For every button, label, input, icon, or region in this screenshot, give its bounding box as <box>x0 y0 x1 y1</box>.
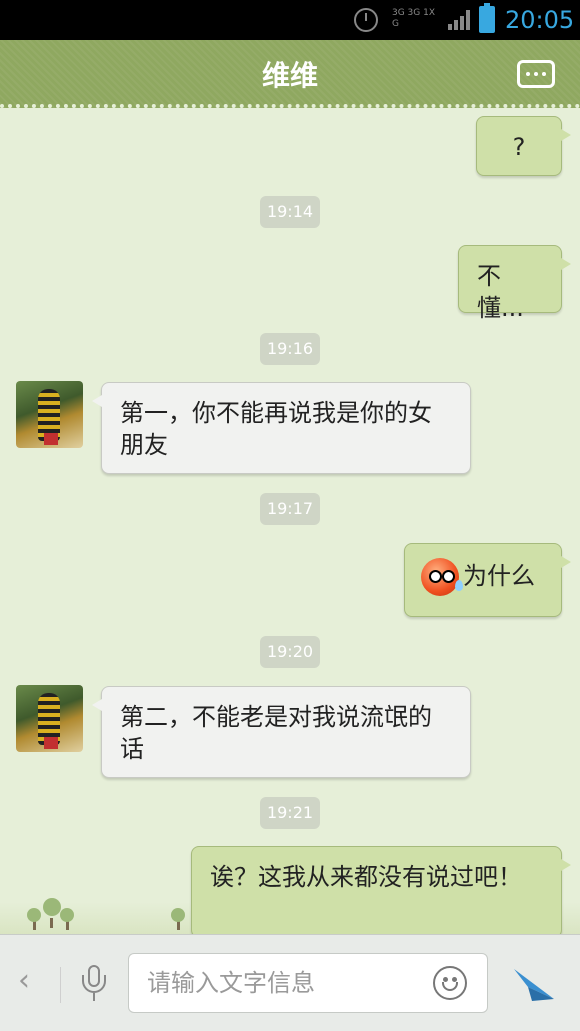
signal-icon <box>448 10 470 30</box>
message-bubble-outgoing[interactable]: 为什么 <box>404 543 571 617</box>
send-icon[interactable] <box>512 963 556 1003</box>
message-bubble-outgoing[interactable]: 诶？这我从来都没有说过吧！ <box>191 846 571 934</box>
message-text: 不懂... <box>477 262 524 322</box>
more-options-icon[interactable] <box>517 60 555 88</box>
timestamp: 19:16 <box>260 333 320 365</box>
network-indicator: 3G 3G 1X G <box>392 8 436 29</box>
message-bubble-incoming[interactable]: 第一，你不能再说我是你的女朋友 <box>92 382 471 474</box>
timestamp: 19:17 <box>260 493 320 525</box>
message-bubble-outgoing[interactable]: 不懂... <box>458 245 571 322</box>
divider <box>60 967 61 1003</box>
message-text: ? <box>512 133 526 161</box>
microphone-icon[interactable] <box>80 965 108 1003</box>
alarm-icon <box>354 8 378 32</box>
timestamp: 19:20 <box>260 636 320 668</box>
battery-icon <box>479 3 495 33</box>
message-text: 第二，不能老是对我说流氓的话 <box>120 703 432 763</box>
back-chevron-icon[interactable]: ‹ <box>18 963 30 998</box>
sad-face-emoji-icon <box>421 558 463 596</box>
message-text: 诶？这我从来都没有说过吧！ <box>210 863 522 891</box>
input-bar: ‹ <box>0 934 580 1031</box>
message-text: 第一，你不能再说我是你的女朋友 <box>120 399 432 459</box>
tree-icon <box>60 908 74 922</box>
message-bubble-incoming[interactable]: 第二，不能老是对我说流氓的话 <box>92 686 471 778</box>
contact-avatar[interactable] <box>16 685 83 752</box>
status-bar: 3G 3G 1X G 20:05 <box>0 0 580 40</box>
emoji-smiley-icon[interactable] <box>433 966 467 1000</box>
timestamp: 19:14 <box>260 196 320 228</box>
chat-header: 维维 <box>0 40 580 108</box>
message-text: 为什么 <box>463 562 535 590</box>
contact-avatar[interactable] <box>16 381 83 448</box>
message-list[interactable]: ? 19:14 不懂... 19:16 第一，你不能再说我是你的女朋友 19:1… <box>0 112 580 934</box>
message-bubble-outgoing[interactable]: ? <box>476 116 571 176</box>
tree-icon <box>43 898 61 916</box>
message-input[interactable] <box>147 966 417 1000</box>
tree-icon <box>171 908 185 922</box>
status-time: 20:05 <box>505 6 575 34</box>
tree-icon <box>27 908 41 922</box>
message-input-field[interactable] <box>128 953 488 1013</box>
timestamp: 19:21 <box>260 797 320 829</box>
contact-name: 维维 <box>261 59 318 92</box>
